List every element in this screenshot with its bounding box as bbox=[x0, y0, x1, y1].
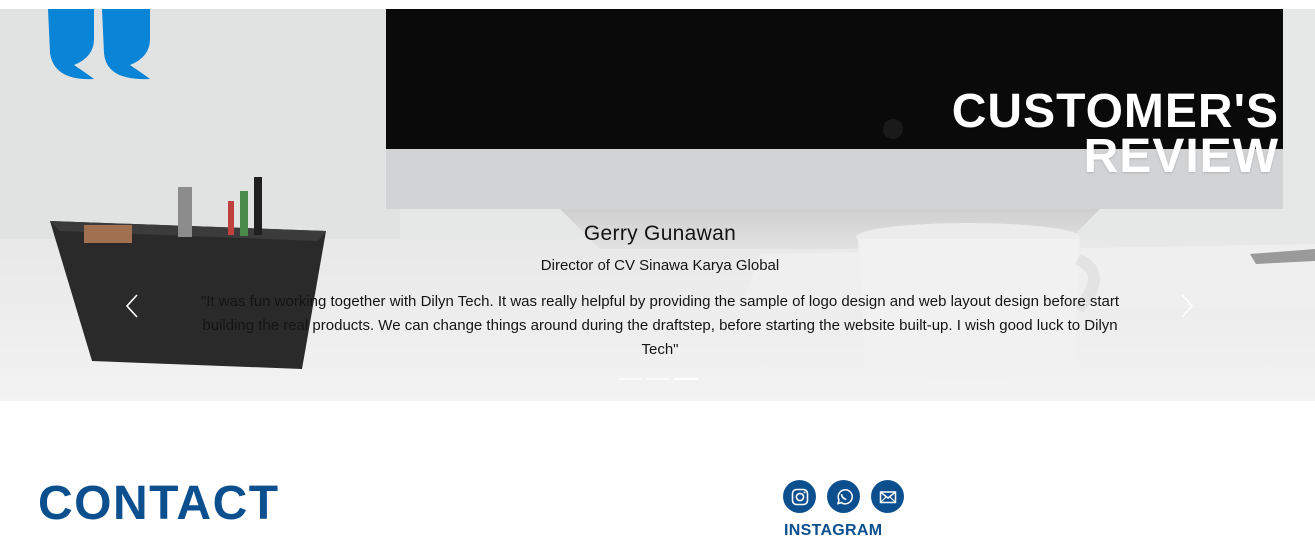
chevron-right-icon bbox=[1181, 294, 1194, 318]
customer-review-section: CUSTOMER'S REVIEW Gerry Gunawan Director… bbox=[0, 9, 1315, 401]
carousel-indicator-active[interactable] bbox=[674, 378, 698, 380]
carousel-indicators bbox=[618, 378, 698, 380]
reviewer-name: Gerry Gunawan bbox=[583, 222, 737, 245]
whatsapp-button[interactable] bbox=[827, 480, 860, 513]
section-title: CUSTOMER'S REVIEW bbox=[951, 85, 1279, 183]
whatsapp-icon bbox=[836, 488, 853, 505]
carousel-prev-button[interactable] bbox=[124, 293, 140, 319]
section-title-line-2: REVIEW bbox=[1083, 130, 1279, 183]
review-text: "It was fun working together with Dilyn … bbox=[200, 293, 1120, 358]
reviewer-role: Director of CV Sinawa Karya Global bbox=[540, 257, 780, 274]
contact-heading: CONTACT bbox=[38, 477, 280, 530]
social-link-label[interactable]: INSTAGRAM bbox=[784, 522, 882, 540]
instagram-button[interactable] bbox=[783, 480, 816, 513]
mail-button[interactable] bbox=[871, 480, 904, 513]
quote-mark-icon bbox=[48, 9, 150, 80]
chevron-left-icon bbox=[125, 294, 138, 318]
section-title-line-1: CUSTOMER'S bbox=[951, 85, 1279, 138]
social-links bbox=[783, 480, 904, 513]
carousel-next-button[interactable] bbox=[1179, 293, 1195, 319]
carousel-indicator[interactable] bbox=[618, 378, 642, 380]
review-slide: Gerry Gunawan Director of CV Sinawa Kary… bbox=[190, 221, 1130, 362]
instagram-icon bbox=[791, 488, 808, 505]
carousel-indicator[interactable] bbox=[646, 378, 670, 380]
mail-icon bbox=[879, 490, 896, 503]
